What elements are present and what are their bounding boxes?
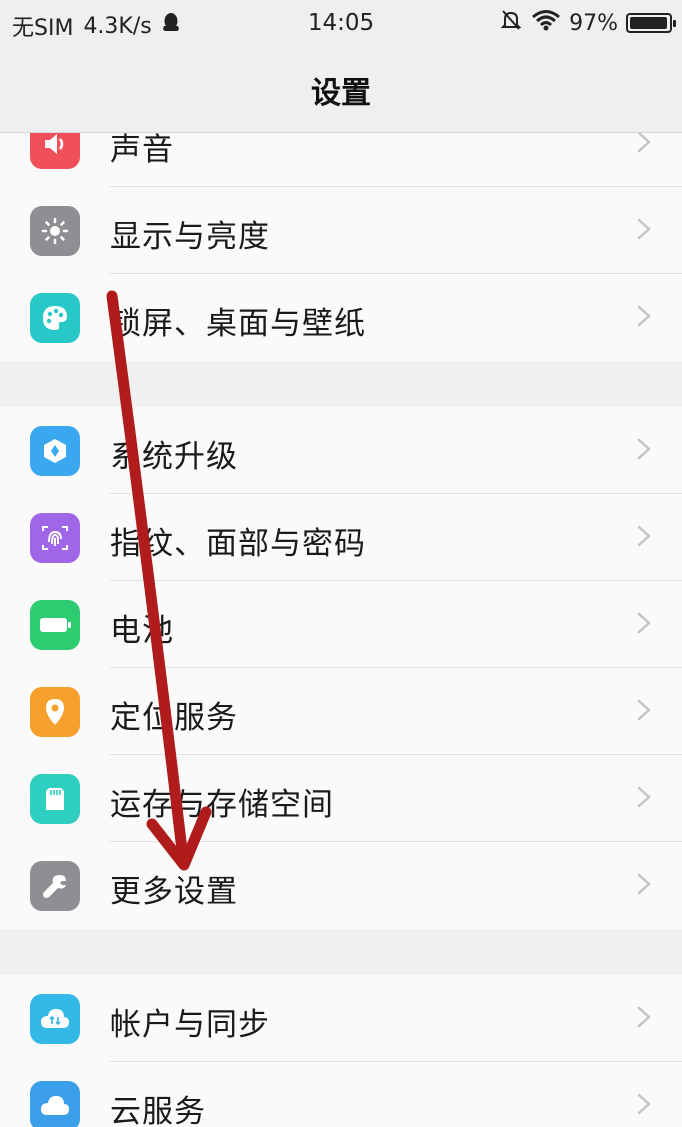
chevron-right-icon bbox=[634, 698, 654, 722]
settings-group-1: 声音 显示与亮度 锁屏、桌面与壁纸 bbox=[0, 133, 682, 361]
settings-item-display[interactable]: 显示与亮度 bbox=[0, 187, 682, 274]
settings-item-label: 云服务 bbox=[110, 1094, 206, 1127]
wrench-icon bbox=[30, 861, 80, 911]
settings-item-location[interactable]: 定位服务 bbox=[0, 668, 682, 755]
chevron-right-icon bbox=[634, 1092, 654, 1116]
settings-item-sound[interactable]: 声音 bbox=[0, 133, 682, 187]
settings-item-system-update[interactable]: 系统升级 bbox=[0, 407, 682, 494]
settings-group-2: 系统升级 指纹、面部与密码 电池 定位服务 运存与存储空间 更多设置 bbox=[0, 407, 682, 929]
nav-bar: 设置 bbox=[0, 48, 682, 133]
cloud-icon bbox=[30, 1081, 80, 1127]
group-gap bbox=[0, 361, 682, 407]
group-gap bbox=[0, 929, 682, 975]
settings-list[interactable]: 声音 显示与亮度 锁屏、桌面与壁纸 系统升级 指纹、面部与密码 电池 定位服务 … bbox=[0, 133, 682, 1127]
silent-bell-icon bbox=[499, 8, 523, 38]
chevron-right-icon bbox=[634, 872, 654, 896]
chevron-right-icon bbox=[634, 611, 654, 635]
settings-item-wallpaper[interactable]: 锁屏、桌面与壁纸 bbox=[0, 274, 682, 361]
settings-item-label: 定位服务 bbox=[110, 700, 238, 736]
settings-item-label: 更多设置 bbox=[110, 874, 238, 910]
chevron-right-icon bbox=[634, 524, 654, 548]
system-update-icon bbox=[30, 426, 80, 476]
battery-icon bbox=[30, 600, 80, 650]
chevron-right-icon bbox=[634, 1005, 654, 1029]
wifi-icon bbox=[531, 9, 561, 37]
chevron-right-icon bbox=[634, 217, 654, 241]
status-bar: 无SIM 4.3K/s 14:05 97% bbox=[0, 0, 682, 48]
fingerprint-icon bbox=[30, 513, 80, 563]
settings-item-label: 显示与亮度 bbox=[110, 219, 270, 255]
sound-icon bbox=[30, 133, 80, 169]
cloud-sync-icon bbox=[30, 994, 80, 1044]
settings-item-label: 锁屏、桌面与壁纸 bbox=[110, 306, 366, 342]
storage-icon bbox=[30, 774, 80, 824]
settings-item-fingerprint[interactable]: 指纹、面部与密码 bbox=[0, 494, 682, 581]
settings-item-more[interactable]: 更多设置 bbox=[0, 842, 682, 929]
settings-item-cloud[interactable]: 云服务 bbox=[0, 1062, 682, 1127]
settings-item-account-sync[interactable]: 帐户与同步 bbox=[0, 975, 682, 1062]
brightness-icon bbox=[30, 206, 80, 256]
palette-icon bbox=[30, 293, 80, 343]
settings-group-3: 帐户与同步 云服务 bbox=[0, 975, 682, 1127]
settings-item-label: 声音 bbox=[110, 133, 174, 168]
settings-item-label: 系统升级 bbox=[110, 439, 238, 475]
settings-item-battery[interactable]: 电池 bbox=[0, 581, 682, 668]
settings-item-label: 指纹、面部与密码 bbox=[110, 526, 366, 562]
location-icon bbox=[30, 687, 80, 737]
settings-item-label: 运存与存储空间 bbox=[110, 787, 334, 823]
settings-item-label: 帐户与同步 bbox=[110, 1007, 270, 1043]
settings-item-label: 电池 bbox=[110, 613, 174, 649]
settings-item-storage[interactable]: 运存与存储空间 bbox=[0, 755, 682, 842]
battery-percent: 97% bbox=[569, 10, 618, 36]
battery-icon bbox=[626, 13, 676, 33]
chevron-right-icon bbox=[634, 304, 654, 328]
chevron-right-icon bbox=[634, 785, 654, 809]
page-title: 设置 bbox=[311, 76, 371, 111]
status-right: 97% bbox=[499, 8, 676, 38]
chevron-right-icon bbox=[634, 437, 654, 461]
chevron-right-icon bbox=[634, 133, 654, 154]
